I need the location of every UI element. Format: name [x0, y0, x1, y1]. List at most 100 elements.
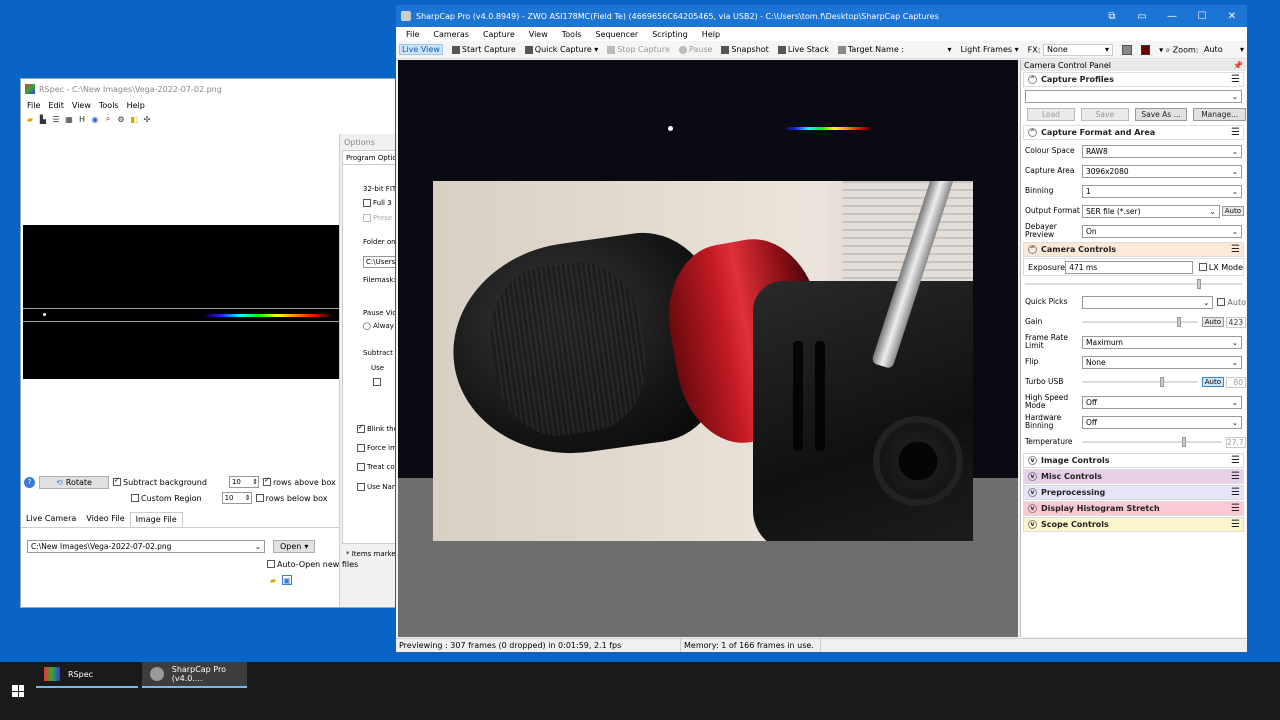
section-preprocessing[interactable]: v Preprocessing ☰	[1023, 485, 1244, 500]
debayer-combo[interactable]: On ⌄	[1082, 224, 1242, 238]
chart-icon[interactable]: ▙	[38, 114, 48, 124]
colour-space-combo[interactable]: RAW8 ⌄	[1082, 144, 1242, 158]
save-button[interactable]: Save	[1080, 107, 1129, 121]
hamburger-icon[interactable]: ☰	[1231, 127, 1240, 138]
menu-capture[interactable]: Capture	[483, 30, 515, 39]
layers-icon[interactable]: ◧	[129, 114, 139, 124]
output-auto-button[interactable]: Auto	[1221, 206, 1244, 216]
options-title[interactable]: Options	[340, 134, 399, 150]
subtract-background-checkbox[interactable]: Subtract background	[113, 476, 207, 487]
options-checkbox[interactable]: Blink the	[357, 423, 398, 433]
turbo-auto-button[interactable]: Auto	[1201, 377, 1224, 387]
turbo-usb-slider[interactable]	[1082, 376, 1198, 388]
windows-start-icon[interactable]	[12, 685, 24, 697]
hamburger-icon[interactable]: ☰	[1231, 487, 1240, 498]
capture-area-combo[interactable]: 3096x2080 ⌄	[1082, 164, 1242, 178]
gain-value[interactable]: 423	[1226, 316, 1246, 328]
rotate-button[interactable]: ⟲ Rotate	[39, 475, 109, 489]
maximize-icon[interactable]: ☐	[1187, 11, 1217, 22]
lx-mode-checkbox[interactable]: LX Mode	[1198, 263, 1243, 272]
taskbar-item-sharpcap[interactable]: SharpCap Pro (v4.0....	[142, 662, 247, 688]
section-scope-controls[interactable]: v Scope Controls ☰	[1023, 517, 1244, 532]
options-checkbox[interactable]: Force im	[357, 444, 397, 452]
section-misc-controls[interactable]: v Misc Controls ☰	[1023, 469, 1244, 484]
h-icon[interactable]: H	[77, 114, 87, 124]
hamburger-icon[interactable]: ☰	[1231, 244, 1240, 255]
crosshair-icon[interactable]: ✣	[142, 114, 152, 124]
turbo-value[interactable]: 80	[1226, 376, 1246, 388]
options-checkbox[interactable]: Use Nano	[357, 483, 399, 491]
menu-file[interactable]: File	[406, 30, 419, 39]
spectrum-box-bottom-line[interactable]	[23, 321, 341, 322]
grid-icon[interactable]: ▦	[64, 114, 74, 124]
menu-help[interactable]: Help	[702, 30, 720, 39]
open-button[interactable]: Open ▾	[273, 539, 316, 553]
lines-icon[interactable]: ☰	[51, 114, 61, 124]
rspec-menu-help[interactable]: Help	[127, 101, 145, 110]
binning-combo[interactable]: 1 ⌄	[1082, 184, 1242, 198]
hamburger-icon[interactable]: ☰	[1231, 519, 1240, 530]
stop-capture-button[interactable]: Stop Capture	[607, 45, 670, 54]
help-icon[interactable]: ◉	[90, 114, 100, 124]
zoom-combo[interactable]: ▾ ⌕ Zoom: Auto ▾	[1159, 44, 1247, 56]
tab-video-file[interactable]: Video File	[81, 512, 129, 527]
gear-icon[interactable]: ⚙	[116, 114, 126, 124]
exposure-input[interactable]: 471 ms	[1065, 260, 1193, 274]
sharpcap-titlebar[interactable]: SharpCap Pro (v4.0.8949) - ZWO ASI178MC(…	[396, 5, 1247, 27]
quick-picks-combo[interactable]: ⌄	[1082, 295, 1214, 309]
options-radio[interactable]: ◯ Alway	[363, 322, 394, 330]
auto-open-checkbox[interactable]: Auto-Open new files	[267, 560, 358, 569]
rspec-menu-file[interactable]: File	[27, 101, 40, 110]
folder-icon[interactable]: ▰	[268, 575, 278, 585]
output-format-combo[interactable]: SER file (*.ser) ⌄	[1082, 204, 1220, 218]
rows-above-spinner[interactable]: 10 ⇕	[228, 476, 259, 488]
exposure-auto-checkbox[interactable]: Auto	[1217, 298, 1246, 307]
open-folder-icon[interactable]: ▰	[25, 114, 35, 124]
color-swatch-icon[interactable]	[1121, 44, 1132, 55]
quick-capture-button[interactable]: Quick Capture ▾	[524, 45, 598, 54]
save-as-button[interactable]: Save As ...	[1134, 107, 1188, 121]
hamburger-icon[interactable]: ☰	[1231, 455, 1240, 466]
high-speed-mode-combo[interactable]: Off ⌄	[1082, 395, 1242, 409]
restore-panel-icon[interactable]: ⧉	[1097, 11, 1127, 22]
tab-live-camera[interactable]: Live Camera	[21, 512, 81, 527]
rspec-titlebar[interactable]: RSpec - C:\New Images\Vega-2022-07-02.pn…	[21, 79, 399, 99]
options-checkbox[interactable]: Treat co	[357, 463, 395, 471]
options-tab-program[interactable]: Program Option	[342, 150, 399, 164]
tab-image-file[interactable]: Image File	[129, 512, 183, 527]
help-icon[interactable]: ?	[24, 476, 35, 488]
gain-auto-button[interactable]: Auto	[1201, 317, 1224, 327]
menu-sequencer[interactable]: Sequencer	[595, 30, 638, 39]
menu-tools[interactable]: Tools	[562, 30, 582, 39]
hamburger-icon[interactable]: ☰	[1231, 471, 1240, 482]
exposure-slider[interactable]	[1025, 278, 1242, 290]
fx-combo[interactable]: FX: None ▾	[1028, 43, 1113, 56]
frame-type-combo[interactable]: Light Frames ▾	[960, 45, 1018, 54]
section-capture-format[interactable]: ^ Capture Format and Area ☰	[1023, 125, 1244, 140]
live-view-button[interactable]: Live View	[399, 44, 443, 55]
start-capture-button[interactable]: Start Capture	[451, 45, 516, 54]
load-button[interactable]: Load	[1027, 107, 1075, 121]
spectrum-box-top-line[interactable]	[23, 308, 341, 309]
profile-combo[interactable]: ⌄	[1025, 89, 1242, 103]
select-region-icon[interactable]: ▣	[282, 575, 292, 585]
section-image-controls[interactable]: v Image Controls ☰	[1023, 453, 1244, 468]
menu-cameras[interactable]: Cameras	[433, 30, 469, 39]
rows-below-spinner[interactable]: 10 ⇕	[221, 492, 252, 504]
red-swatch-icon[interactable]	[1140, 44, 1151, 55]
minimize-icon[interactable]: —	[1157, 11, 1187, 22]
hamburger-icon[interactable]: ☰	[1231, 74, 1240, 85]
taskbar-item-rspec[interactable]: RSpec	[36, 662, 138, 688]
snapshot-button[interactable]: Snapshot	[721, 45, 769, 54]
options-line[interactable]: Full 3	[363, 199, 392, 207]
flip-combo[interactable]: None ⌄	[1082, 355, 1242, 369]
section-camera-controls[interactable]: ^ Camera Controls ☰	[1023, 242, 1244, 257]
options-checkbox[interactable]	[373, 378, 383, 386]
spectrum-image[interactable]	[23, 225, 341, 379]
close-icon[interactable]: ✕	[1217, 11, 1247, 22]
pause-button[interactable]: Pause	[678, 45, 712, 54]
rspec-menu-view[interactable]: View	[72, 101, 91, 110]
rspec-menu-tools[interactable]: Tools	[99, 101, 119, 110]
rows-below-checkbox[interactable]: rows below box	[255, 494, 328, 503]
rows-above-checkbox[interactable]: rows above box	[262, 476, 336, 487]
